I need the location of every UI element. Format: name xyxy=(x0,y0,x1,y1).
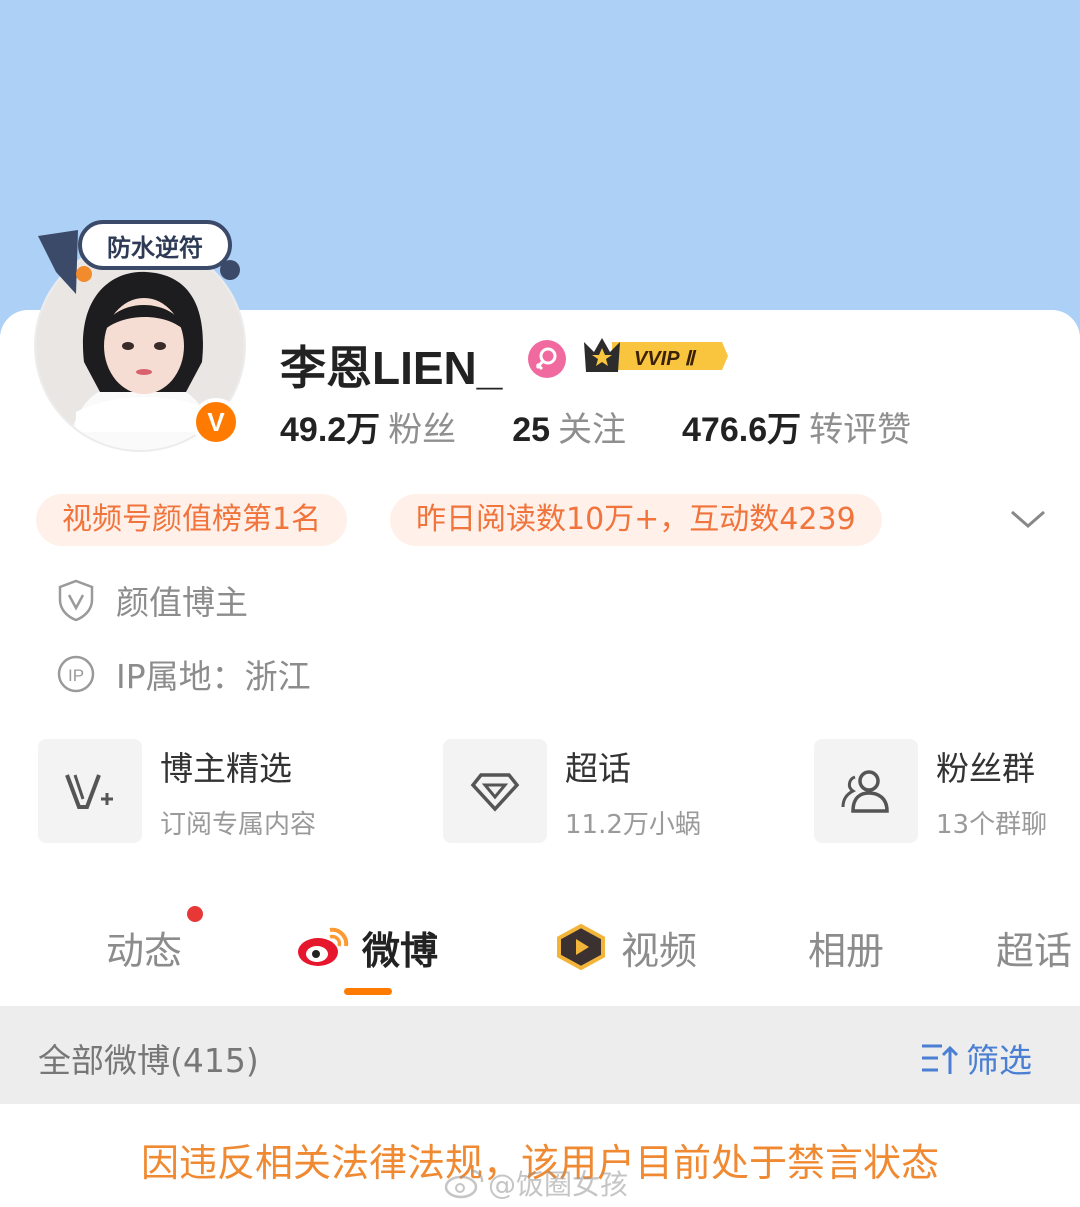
service-featured-sub: 订阅专属内容 xyxy=(160,809,317,840)
group-icon xyxy=(814,739,918,843)
service-featured-title: 博主精选 xyxy=(160,748,292,788)
tab-feed[interactable]: 动态 xyxy=(106,920,182,974)
v-plus-icon xyxy=(38,739,142,843)
watermark: @饭圈女孩 xyxy=(444,1163,628,1203)
svg-text:IP: IP xyxy=(68,666,84,685)
service-fan-group-title: 粉丝群 xyxy=(936,748,1035,788)
service-supertopic[interactable]: 超话 11.2万小蜗 xyxy=(443,738,701,844)
filter-button[interactable]: 筛选 xyxy=(920,1034,1032,1082)
tab-video[interactable]: 视频 xyxy=(553,920,697,974)
verified-badge-icon: V xyxy=(192,398,240,446)
chevron-down-icon[interactable] xyxy=(1008,502,1048,536)
video-badge-icon xyxy=(557,924,605,970)
vvip-label: VVIP Ⅱ xyxy=(634,348,697,370)
service-supertopic-title: 超话 xyxy=(565,748,631,788)
shield-v-icon xyxy=(58,579,94,622)
service-fan-group-sub: 13个群聊 xyxy=(936,809,1048,840)
filter-icon xyxy=(922,1044,959,1074)
tag-ranking[interactable]: 视频号颜值榜第1名 xyxy=(36,494,348,546)
tag-reads[interactable]: 昨日阅读数10万+，互动数4239 xyxy=(390,494,882,546)
unread-dot xyxy=(187,906,203,922)
category-row: 颜值博主 xyxy=(56,578,248,622)
profile-stats: 49.2万 粉丝 25 关注 476.6万 转评赞 xyxy=(280,402,967,451)
female-icon xyxy=(528,340,566,378)
tab-weibo[interactable]: 微博 xyxy=(296,920,438,974)
tab-album[interactable]: 相册 xyxy=(808,920,884,974)
pendant-text: 防水逆符 xyxy=(107,234,203,262)
stat-following[interactable]: 25 关注 xyxy=(512,402,626,451)
stat-likes[interactable]: 476.6万 转评赞 xyxy=(682,402,911,451)
category-label: 颜值博主 xyxy=(116,583,248,622)
filter-bar: 全部微博(415) 筛选 xyxy=(0,1006,1080,1104)
profile-name: 李恩LIEN_ xyxy=(280,342,503,394)
stat-fans[interactable]: 49.2万 粉丝 xyxy=(280,402,456,451)
weibo-watermark-icon xyxy=(444,1169,484,1199)
service-supertopic-sub: 11.2万小蜗 xyxy=(565,809,701,840)
vvip-badge-icon[interactable]: VVIP Ⅱ xyxy=(582,334,730,378)
ip-label: IP属地：浙江 xyxy=(116,657,311,696)
weibo-logo-icon xyxy=(298,927,349,966)
avatar-pendant: 防水逆符 xyxy=(38,220,240,294)
ip-icon: IP xyxy=(57,655,95,693)
active-tab-indicator xyxy=(344,988,392,995)
all-posts-label[interactable]: 全部微博(415) xyxy=(38,1034,259,1082)
tab-supertopic[interactable]: 超话 xyxy=(996,920,1072,974)
service-featured[interactable]: 博主精选 订阅专属内容 xyxy=(38,738,316,844)
service-fan-group[interactable]: 粉丝群 13个群聊 xyxy=(814,738,1047,844)
diamond-icon xyxy=(443,739,547,843)
ip-row: IP IP属地：浙江 xyxy=(56,652,311,696)
